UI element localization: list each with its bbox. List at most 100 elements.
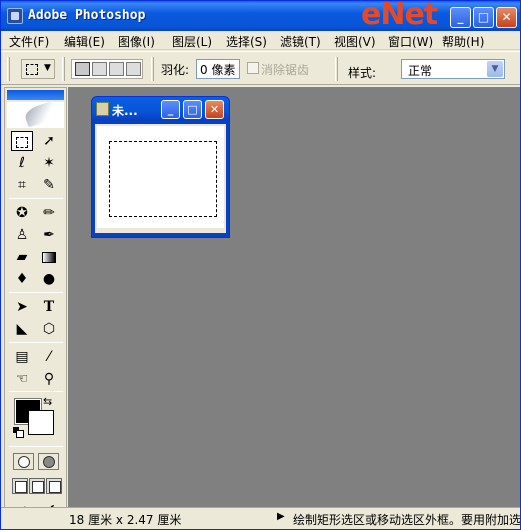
document-window: 未... _ □ ✕ [91, 96, 230, 238]
standard-screen-mode-button[interactable] [12, 478, 28, 494]
gradient-icon [42, 251, 56, 263]
note-icon: ▤ [15, 349, 29, 365]
magnifier-icon: ⚲ [43, 371, 55, 387]
toolbox-divider [9, 391, 63, 392]
brush-tool[interactable]: ✏ [38, 203, 60, 223]
menu-filter[interactable]: 滤镜(T) [280, 33, 321, 50]
eraser-tool[interactable]: ▰ [11, 247, 33, 267]
window-title: Adobe Photoshop [28, 8, 146, 23]
standard-mode-button[interactable] [13, 453, 34, 470]
style-select-value: 正常 [408, 64, 433, 78]
clone-stamp-tool[interactable]: ♙ [11, 225, 33, 245]
document-title: 未... [112, 104, 138, 118]
arrow-cursor-icon: ➤ [16, 299, 28, 315]
options-bar: ▼ 羽化: 0 像素 消除锯齿 样式: 正常 ▼ [1, 51, 520, 85]
toolbox-divider [9, 198, 63, 199]
add-to-selection-icon[interactable] [92, 62, 107, 76]
subtract-from-selection-icon[interactable] [109, 62, 124, 76]
document-icon [96, 102, 109, 116]
maximize-button[interactable]: □ [473, 7, 494, 28]
hand-icon: ☜ [15, 371, 29, 387]
swap-colors-icon[interactable]: ⇆ [43, 395, 52, 408]
menu-layer[interactable]: 图层(L) [172, 33, 212, 50]
magic-wand-icon: ✶ [43, 155, 55, 171]
options-grip[interactable] [7, 57, 10, 81]
menu-view[interactable]: 视图(V) [334, 33, 376, 50]
shape-tool[interactable]: ⬡ [38, 319, 60, 339]
rect-marquee-tool[interactable] [11, 131, 33, 151]
stamp-icon: ♙ [15, 227, 29, 243]
move-tool[interactable]: ➚ [38, 131, 60, 151]
chevron-down-icon: ▼ [44, 63, 51, 73]
full-screen-mode-button[interactable] [46, 478, 62, 494]
blur-tool[interactable]: ♦ [11, 269, 33, 289]
antialias-checkbox[interactable] [247, 62, 259, 74]
options-divider [151, 57, 154, 81]
eraser-icon: ▰ [16, 249, 28, 265]
full-screen-menu-mode-button[interactable] [29, 478, 45, 494]
style-select[interactable]: 正常 ▼ [401, 59, 505, 79]
lasso-icon: ℓ [19, 155, 25, 171]
selection-mode-group [71, 59, 143, 79]
title-bar[interactable]: Adobe Photoshop eNet _ □ ✕ [1, 0, 520, 32]
feather-label: 羽化: [161, 63, 190, 77]
type-icon: T [43, 299, 55, 315]
close-button[interactable]: ✕ [496, 7, 517, 28]
toolbox-divider [9, 446, 63, 447]
quick-mask-button[interactable] [38, 453, 59, 470]
crop-icon: ⌗ [18, 177, 26, 193]
history-brush-tool[interactable]: ✒ [38, 225, 60, 245]
path-selection-tool[interactable]: ➤ [11, 297, 33, 317]
hand-tool[interactable]: ☜ [11, 369, 33, 389]
pen-tool[interactable]: ◣ [11, 319, 33, 339]
lasso-tool[interactable]: ℓ [11, 153, 33, 173]
menu-select[interactable]: 选择(S) [226, 33, 267, 50]
gradient-tool[interactable] [38, 247, 60, 267]
document-title-bar[interactable]: 未... _ □ ✕ [92, 97, 229, 121]
drop-icon: ♦ [15, 271, 29, 287]
enet-watermark-logo: eNet [361, 0, 438, 32]
zoom-tool[interactable]: ⚲ [38, 369, 60, 389]
document-canvas[interactable] [97, 126, 224, 230]
document-maximize-button[interactable]: □ [183, 100, 202, 119]
menu-file[interactable]: 文件(F) [9, 33, 49, 50]
dodge-icon: ● [42, 271, 56, 287]
feather-input[interactable]: 0 像素 [196, 59, 240, 79]
move-icon: ➚ [43, 133, 55, 149]
antialias-label: 消除锯齿 [261, 63, 310, 77]
document-close-button[interactable]: ✕ [205, 100, 224, 119]
status-bar: 18 厘米 x 2.47 厘米 ▶ 绘制矩形选区或移动选区外框。要用附加选项，使 [1, 507, 520, 529]
minimize-button[interactable]: _ [450, 7, 471, 28]
document-minimize-button[interactable]: _ [161, 100, 180, 119]
document-size-readout: 18 厘米 x 2.47 厘米 [69, 513, 182, 527]
toolbox-title[interactable] [7, 90, 64, 100]
magic-wand-tool[interactable]: ✶ [38, 153, 60, 173]
photoshop-window: Adobe Photoshop eNet _ □ ✕ 文件(F) 编辑(E) 图… [0, 0, 521, 530]
default-colors-icon[interactable] [13, 427, 24, 438]
bandage-icon: ✪ [16, 205, 28, 221]
new-selection-icon[interactable] [75, 62, 90, 76]
intersect-selection-icon[interactable] [126, 62, 141, 76]
rect-marquee-icon [16, 136, 28, 148]
marquee-selection[interactable] [109, 141, 217, 217]
toolbox-divider [9, 292, 63, 293]
slice-tool[interactable]: ✎ [38, 175, 60, 195]
crop-tool[interactable]: ⌗ [11, 175, 33, 195]
background-color-swatch[interactable] [28, 410, 54, 435]
toolbox-divider [9, 342, 63, 343]
slice-icon: ✎ [43, 177, 55, 193]
tool-preset-picker[interactable]: ▼ [21, 59, 55, 79]
menu-image[interactable]: 图像(I) [118, 33, 155, 50]
brush-icon: ✏ [43, 205, 55, 221]
type-tool[interactable]: T [38, 297, 60, 317]
menu-window[interactable]: 窗口(W) [388, 33, 433, 50]
healing-brush-tool[interactable]: ✪ [11, 203, 33, 223]
menu-help[interactable]: 帮助(H) [442, 33, 484, 50]
status-menu-arrow-icon[interactable]: ▶ [277, 511, 285, 522]
eyedropper-tool[interactable]: ⁄ [38, 347, 60, 367]
toolbox-header [7, 100, 64, 128]
menu-edit[interactable]: 编辑(E) [64, 33, 105, 50]
dodge-tool[interactable]: ● [38, 269, 60, 289]
status-message: 绘制矩形选区或移动选区外框。要用附加选项，使 [293, 513, 521, 527]
notes-tool[interactable]: ▤ [11, 347, 33, 367]
